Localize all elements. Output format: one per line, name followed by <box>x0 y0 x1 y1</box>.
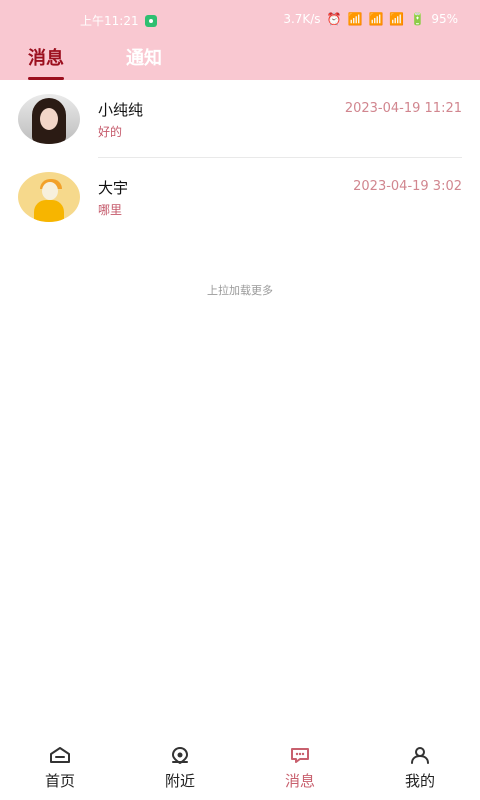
battery-percent: 95% <box>431 12 458 26</box>
contact-name: 大宇 <box>98 179 129 197</box>
alarm-icon: ⏰ <box>326 12 342 26</box>
wifi-icon-2: 📶 <box>389 12 405 26</box>
nav-messages[interactable]: 消息 <box>240 740 360 800</box>
top-header: 上午11:21 3.7K/s ⏰ 📶 📶 📶 🔋 95% 消息 通知 <box>0 0 480 80</box>
nav-nearby-label: 附近 <box>164 772 195 790</box>
avatar-face <box>40 108 58 130</box>
message-list: 小纯纯 好的 2023-04-19 11:21 大宇 哪里 2023-04-19… <box>0 80 480 236</box>
battery-icon: 🔋 <box>410 12 426 26</box>
avatar <box>18 172 80 222</box>
tab-notifications[interactable]: 通知 <box>126 44 162 70</box>
message-preview: 哪里 <box>98 203 123 217</box>
message-time: 2023-04-19 11:21 <box>344 101 462 116</box>
notification-app-icon <box>144 14 157 27</box>
nav-home[interactable]: 首页 <box>0 740 120 800</box>
avatar-head <box>42 182 58 200</box>
network-speed: 3.7K/s <box>283 12 321 26</box>
nav-nearby[interactable]: 附近 <box>120 740 240 800</box>
home-icon <box>50 747 70 763</box>
tab-messages[interactable]: 消息 <box>28 44 64 80</box>
wifi-icon: 📶 <box>368 12 384 26</box>
bottom-navigation: 首页 附近 消息 我的 <box>0 740 480 800</box>
message-preview: 好的 <box>98 125 123 139</box>
status-bar-right: 3.7K/s ⏰ 📶 📶 📶 🔋 95% <box>283 12 458 26</box>
nav-home-label: 首页 <box>44 772 75 790</box>
message-item[interactable]: 大宇 哪里 2023-04-19 3:02 <box>0 158 480 236</box>
user-icon <box>411 747 429 764</box>
load-more-hint: 上拉加载更多 <box>207 284 273 297</box>
signal-icon: 📶 <box>347 12 363 26</box>
contact-name: 小纯纯 <box>98 101 144 119</box>
location-icon <box>171 746 189 764</box>
nav-profile[interactable]: 我的 <box>360 740 480 800</box>
status-time: 上午11:21 <box>80 14 139 28</box>
status-bar-left: 上午11:21 <box>80 12 157 29</box>
nav-profile-label: 我的 <box>404 772 435 790</box>
chat-icon <box>291 748 309 763</box>
message-time: 2023-04-19 3:02 <box>353 179 462 194</box>
nav-messages-label: 消息 <box>284 772 315 790</box>
avatar <box>18 94 80 144</box>
message-item[interactable]: 小纯纯 好的 2023-04-19 11:21 <box>0 80 480 158</box>
avatar-body <box>34 200 64 222</box>
